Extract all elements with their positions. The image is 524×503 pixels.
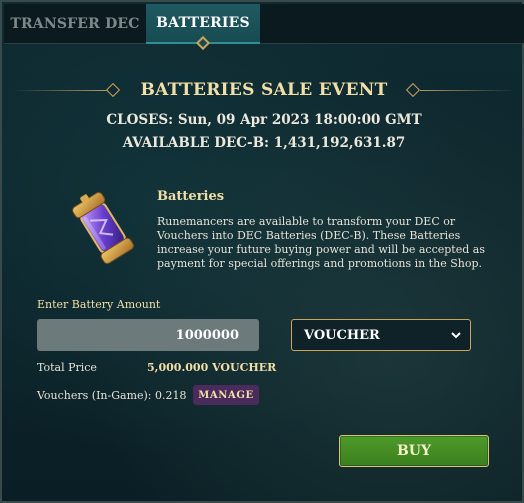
product-name: Batteries — [157, 189, 225, 204]
tab-batteries-label: BATTERIES — [156, 15, 250, 31]
total-price-label: Total Price — [37, 361, 97, 374]
currency-select[interactable]: VOUCHER — [291, 319, 471, 351]
tab-transfer-dec[interactable]: TRANSFER DEC — [4, 4, 146, 44]
currency-selected-value: VOUCHER — [304, 327, 380, 343]
amount-label: Enter Battery Amount — [37, 298, 161, 311]
available-dec-b: AVAILABLE DEC-B: 1,431,192,631.87 — [122, 135, 406, 151]
battery-icon — [72, 192, 134, 264]
buy-button[interactable]: BUY — [339, 435, 489, 467]
batteries-panel: TRANSFER DEC BATTERIES BATTERIES SALE EV… — [0, 0, 524, 503]
event-title-row: BATTERIES SALE EVENT — [2, 80, 524, 102]
title-divider-right — [420, 90, 516, 91]
active-tab-marker-icon — [195, 35, 211, 51]
total-price-value: 5,000.000 VOUCHER — [147, 361, 277, 374]
tab-batteries[interactable]: BATTERIES — [146, 4, 260, 51]
closing-date: CLOSES: Sun, 09 Apr 2023 18:00:00 GMT — [106, 112, 422, 128]
battery-amount-input[interactable] — [37, 319, 259, 351]
chevron-down-icon — [451, 332, 461, 339]
tab-bar: TRANSFER DEC BATTERIES — [4, 4, 524, 51]
product-description: Runemancers are available to transform y… — [157, 215, 485, 270]
manage-button[interactable]: MANAGE — [193, 385, 259, 405]
vouchers-balance: Vouchers (In-Game): 0.218 — [37, 389, 187, 402]
